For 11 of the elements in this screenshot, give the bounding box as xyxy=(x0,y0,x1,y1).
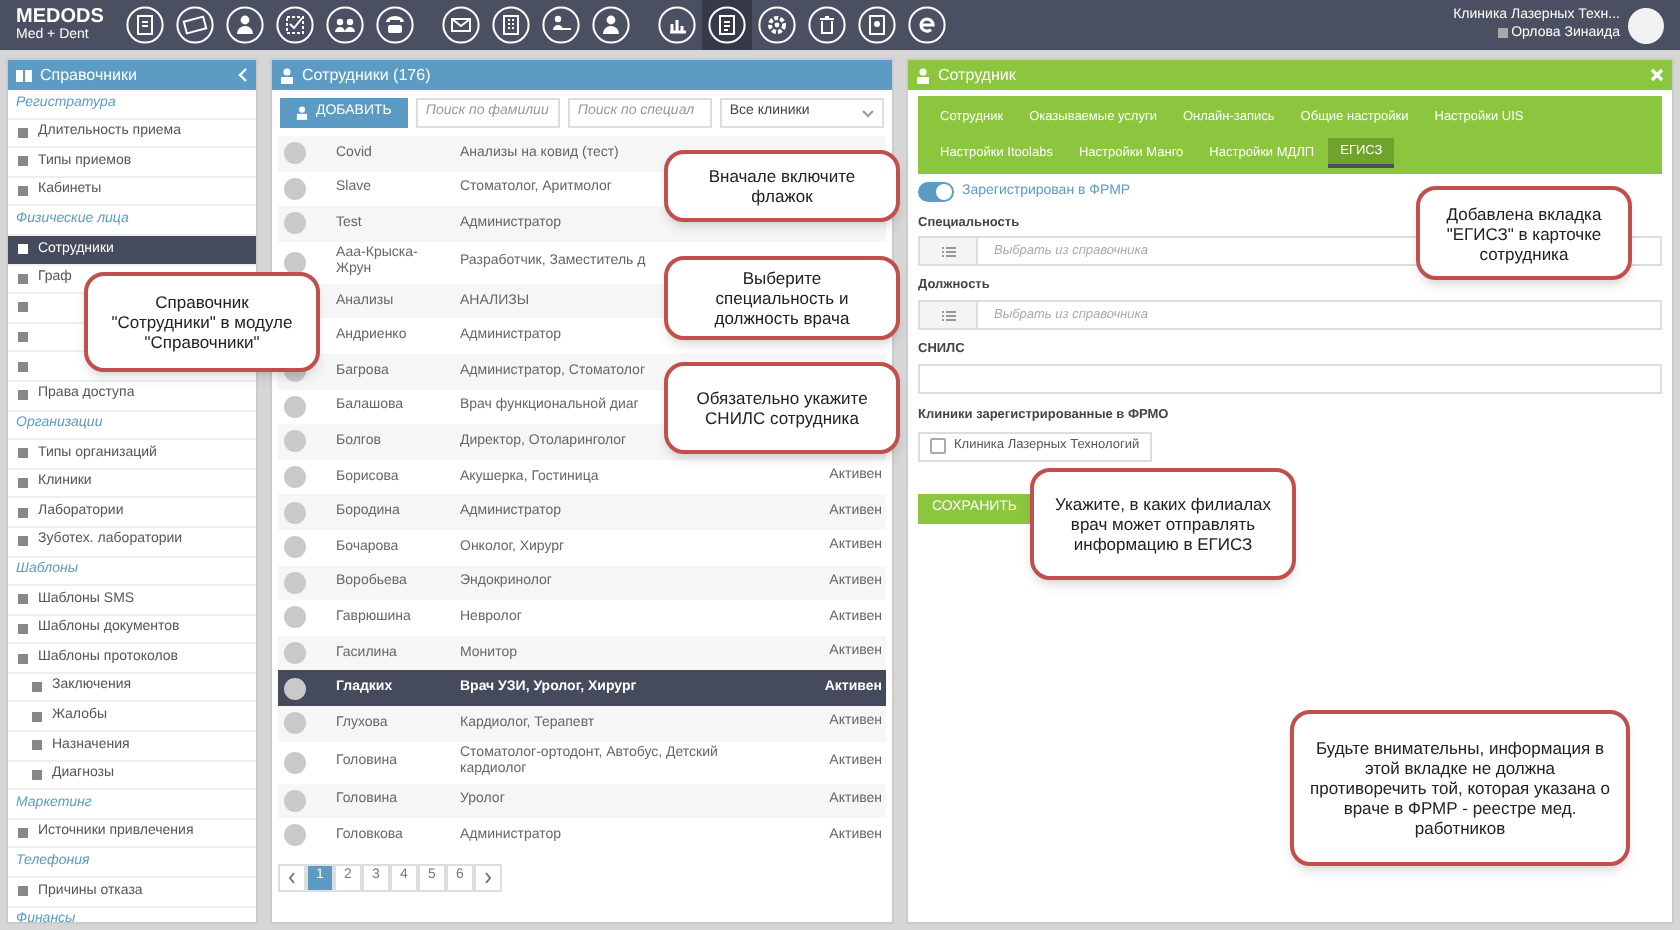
card-title: Сотрудник xyxy=(938,63,1016,87)
callout-tooltip: Справочник "Сотрудники" в модуле "Справочники" xyxy=(84,272,320,372)
sidebar-title: Справочники xyxy=(40,63,137,87)
callout-tooltip: Обязательно укажите СНИЛС сотрудника xyxy=(664,362,900,454)
callout-tooltip: Укажите, в каких филиалах врач может отправлять информацию в ЕГИСЗ xyxy=(1030,468,1296,580)
brand-name: MEDODS xyxy=(16,8,106,28)
panel-title: Сотрудники (176) xyxy=(302,63,431,87)
callout-tooltip: Выберите специальность и должность врача xyxy=(664,256,900,340)
callout-tooltip: Вначале включите флажок xyxy=(664,150,900,222)
callout-tooltip: Добавлена вкладка "ЕГИСЗ" в карточке сотрудника xyxy=(1416,186,1632,280)
callout-tooltip: Будьте внимательны, информация в этой вкладке не должна противоречить той, которая указана о враче в ФРМР - реестре мед. работников xyxy=(1290,710,1630,866)
